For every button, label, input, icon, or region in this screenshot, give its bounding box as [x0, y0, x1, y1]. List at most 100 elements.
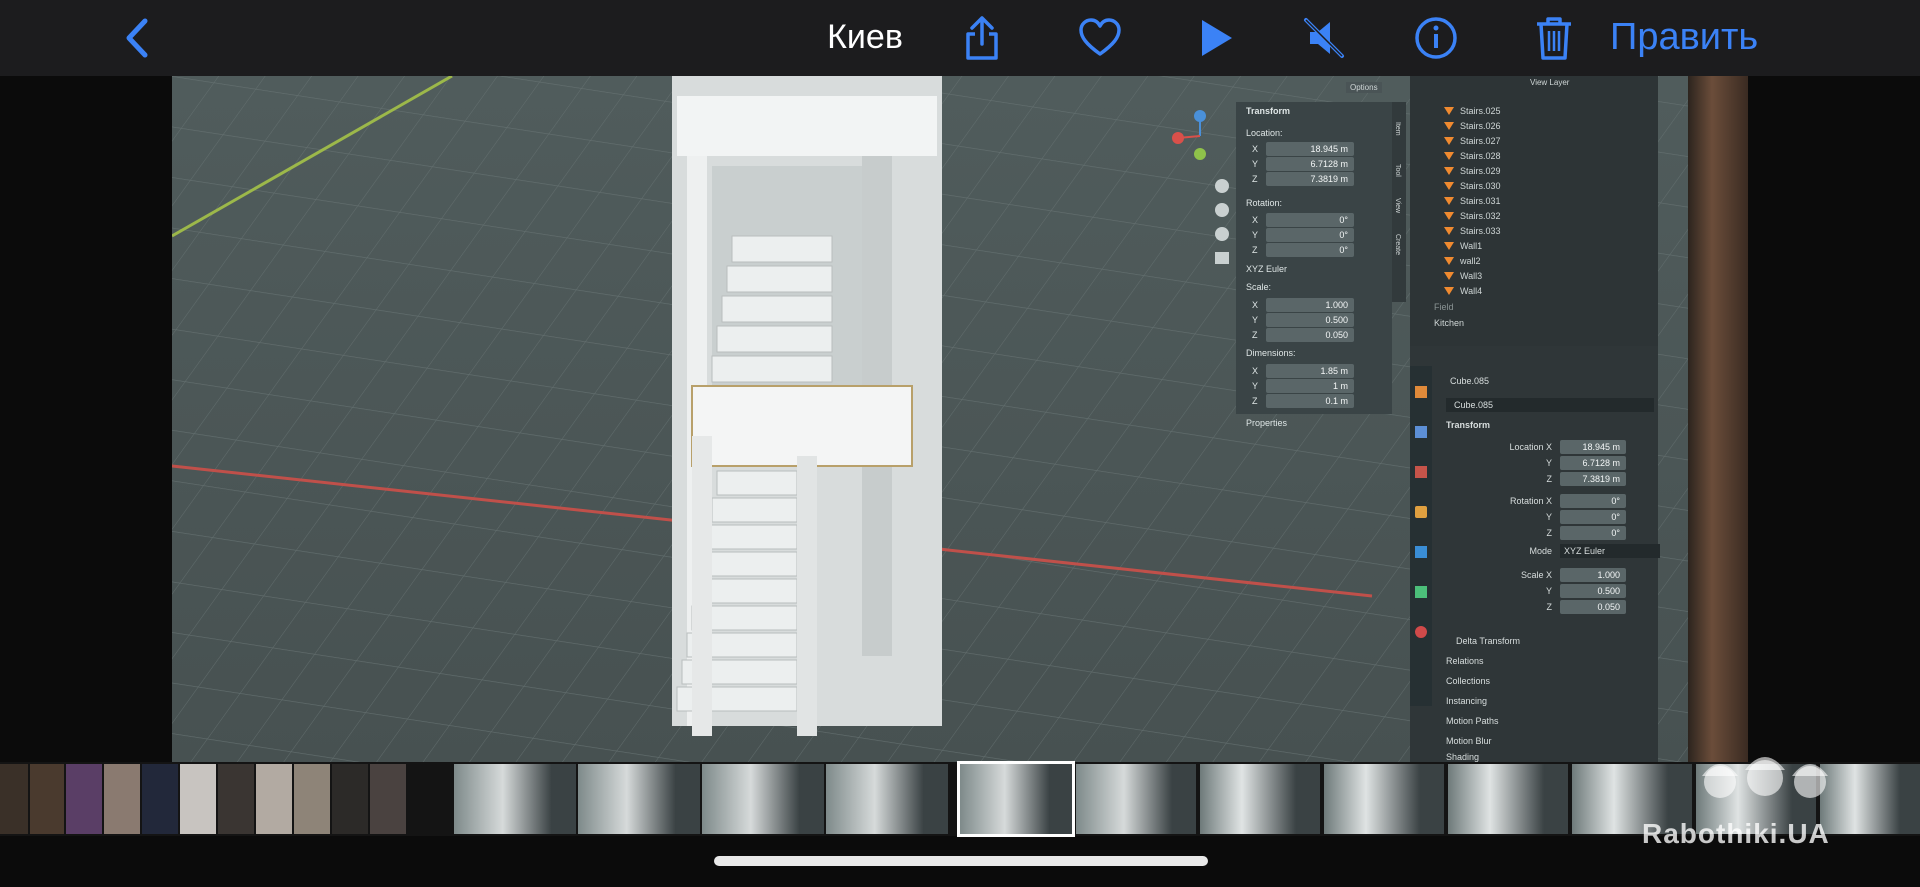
- physics-tab-icon[interactable]: [1415, 546, 1427, 558]
- mode-select[interactable]: XYZ Euler: [1560, 544, 1660, 558]
- scale-x-field[interactable]: 1.000: [1266, 298, 1354, 312]
- outliner-item[interactable]: Stairs.033: [1444, 224, 1501, 238]
- outliner-item[interactable]: Stairs.031: [1444, 194, 1501, 208]
- outliner-collection[interactable]: Field: [1434, 300, 1454, 314]
- outliner-item[interactable]: Stairs.030: [1444, 179, 1501, 193]
- thumbnail[interactable]: [1448, 764, 1568, 834]
- prop-location-z[interactable]: 7.3819 m: [1560, 472, 1626, 486]
- npanel-transform: Options Transform Location: X 18.945 m Y6…: [1236, 82, 1392, 414]
- object-name[interactable]: Cube.085: [1450, 376, 1489, 386]
- outliner-item[interactable]: Stairs.028: [1444, 149, 1501, 163]
- thumbnail[interactable]: [66, 764, 102, 834]
- dimensions-y-field[interactable]: 1 m: [1266, 379, 1354, 393]
- outliner-item[interactable]: Stairs.026: [1444, 119, 1501, 133]
- thumbnail[interactable]: [30, 764, 64, 834]
- rotation-mode[interactable]: XYZ Euler: [1246, 264, 1287, 274]
- thumbnail[interactable]: [180, 764, 216, 834]
- rotation-x-field[interactable]: 0°: [1266, 213, 1354, 227]
- prop-scale-z[interactable]: 0.050: [1560, 600, 1626, 614]
- section-motion-paths[interactable]: Motion Paths: [1446, 716, 1499, 726]
- dimensions-z-field[interactable]: 0.1 m: [1266, 394, 1354, 408]
- outliner-item[interactable]: Wall4: [1444, 284, 1482, 298]
- outliner-item[interactable]: Wall1: [1444, 239, 1482, 253]
- edit-button[interactable]: Править: [1610, 16, 1758, 59]
- thumbnail[interactable]: [454, 764, 576, 834]
- thumbnail[interactable]: [294, 764, 330, 834]
- thumbnail[interactable]: [702, 764, 824, 834]
- home-indicator[interactable]: [714, 856, 1208, 866]
- mesh-name-field[interactable]: Cube.085: [1446, 398, 1654, 412]
- thumbnail[interactable]: [370, 764, 406, 834]
- scale-z-label: Z: [1546, 602, 1553, 612]
- modifier-tab-icon[interactable]: [1415, 426, 1427, 438]
- location-x-field[interactable]: 18.945 m: [1266, 142, 1354, 156]
- outliner-panel: View Layer Stairs.025 Stairs.026 Stairs.…: [1410, 76, 1658, 346]
- location-z-field[interactable]: 7.3819 m: [1266, 172, 1354, 186]
- texture-tab-icon[interactable]: [1415, 626, 1427, 638]
- thumbnail[interactable]: [142, 764, 178, 834]
- section-collections[interactable]: Collections: [1446, 676, 1490, 686]
- dimensions-x-field[interactable]: 1.85 m: [1266, 364, 1354, 378]
- object-properties-tab-icon[interactable]: [1415, 506, 1427, 518]
- mute-icon[interactable]: [1298, 12, 1350, 64]
- prop-location-y[interactable]: 6.7128 m: [1560, 456, 1626, 470]
- section-shading[interactable]: Shading: [1446, 752, 1479, 762]
- thumbnail[interactable]: [578, 764, 700, 834]
- scale-y-field[interactable]: 0.500: [1266, 313, 1354, 327]
- material-tab-icon[interactable]: [1415, 466, 1427, 478]
- mesh-data-tab-icon[interactable]: [1415, 586, 1427, 598]
- thumbnail[interactable]: [332, 764, 368, 834]
- location-y-field[interactable]: 6.7128 m: [1266, 157, 1354, 171]
- section-motion-blur[interactable]: Motion Blur: [1446, 736, 1492, 746]
- scale-z-field[interactable]: 0.050: [1266, 328, 1354, 342]
- heart-icon[interactable]: [1074, 12, 1126, 64]
- outliner-item[interactable]: Stairs.025: [1444, 104, 1501, 118]
- prop-rotation-x[interactable]: 0°: [1560, 494, 1626, 508]
- outliner-item[interactable]: wall2: [1444, 254, 1481, 268]
- tab-view[interactable]: View: [1394, 198, 1401, 213]
- transform-header[interactable]: Transform: [1246, 106, 1290, 116]
- prop-scale-x[interactable]: 1.000: [1560, 568, 1626, 582]
- thumbnail[interactable]: [104, 764, 140, 834]
- thumbnail[interactable]: [1076, 764, 1196, 834]
- rotation-z-field[interactable]: 0°: [1266, 243, 1354, 257]
- prop-scale-y[interactable]: 0.500: [1560, 584, 1626, 598]
- prop-location-x[interactable]: 18.945 m: [1560, 440, 1626, 454]
- view-layer-label[interactable]: View Layer: [1530, 78, 1569, 87]
- rotation-z-label: Z: [1546, 528, 1553, 538]
- thumbnail[interactable]: [1200, 764, 1320, 834]
- thumbnail[interactable]: [1324, 764, 1444, 834]
- thumbnail[interactable]: [218, 764, 254, 834]
- outliner-collection[interactable]: Kitchen: [1434, 316, 1464, 330]
- section-instancing[interactable]: Instancing: [1446, 696, 1487, 706]
- section-delta-transform[interactable]: Delta Transform: [1456, 636, 1520, 646]
- thumbnail[interactable]: [826, 764, 948, 834]
- properties-collapsed[interactable]: Properties: [1246, 418, 1287, 428]
- rotation-x-label: Rotation X: [1509, 496, 1552, 506]
- play-icon[interactable]: [1190, 12, 1242, 64]
- thumbnail[interactable]: [256, 764, 292, 834]
- outliner-item[interactable]: Stairs.032: [1444, 209, 1501, 223]
- section-relations[interactable]: Relations: [1446, 656, 1484, 666]
- outliner-item[interactable]: Stairs.027: [1444, 134, 1501, 148]
- outliner-item[interactable]: Wall3: [1444, 269, 1482, 283]
- prop-rotation-y[interactable]: 0°: [1560, 510, 1626, 524]
- tab-tool[interactable]: Tool: [1394, 164, 1401, 177]
- tab-create[interactable]: Create: [1394, 234, 1401, 255]
- object-tab-icon[interactable]: [1415, 386, 1427, 398]
- rotation-y-field[interactable]: 0°: [1266, 228, 1354, 242]
- prop-rotation-z[interactable]: 0°: [1560, 526, 1626, 540]
- trash-icon[interactable]: [1528, 12, 1580, 64]
- rotation-y-label: Y: [1545, 512, 1552, 522]
- thumbnail-strip: [0, 761, 1920, 837]
- outliner-item[interactable]: Stairs.029: [1444, 164, 1501, 178]
- back-chevron-icon[interactable]: [112, 12, 164, 64]
- transform-section[interactable]: Transform: [1446, 420, 1490, 430]
- options-dropdown[interactable]: Options: [1346, 82, 1382, 93]
- share-icon[interactable]: [956, 12, 1008, 64]
- tab-item[interactable]: Item: [1394, 122, 1401, 136]
- thumbnail[interactable]: [0, 764, 28, 834]
- location-z-label: Z: [1546, 474, 1553, 484]
- thumbnail-selected[interactable]: [957, 761, 1075, 837]
- info-icon[interactable]: [1410, 12, 1462, 64]
